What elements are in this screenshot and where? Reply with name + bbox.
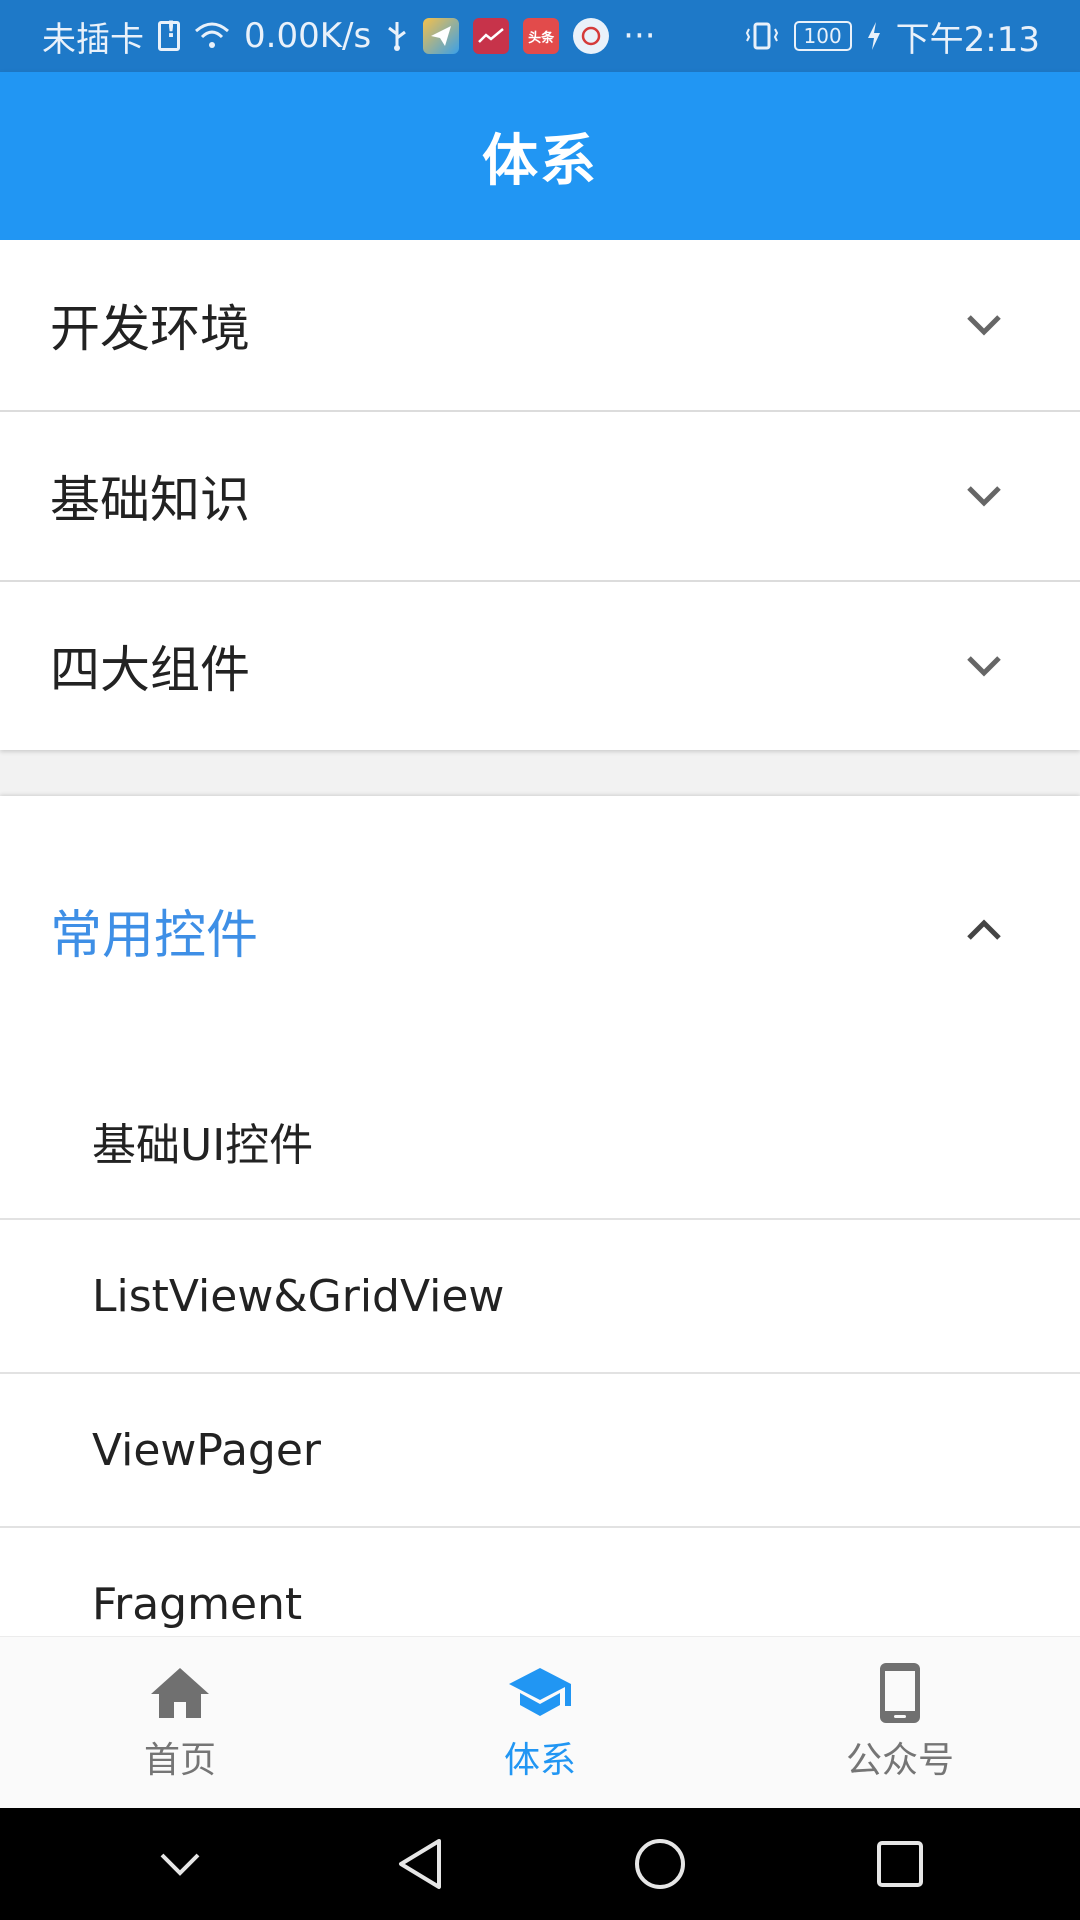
usb-icon (385, 20, 409, 52)
chevron-down-icon (966, 307, 1002, 343)
monitor-app-icon (573, 18, 610, 54)
sub-item-viewpager[interactable]: ViewPager (0, 1372, 1080, 1526)
screen: 未插卡 0.00K/s 头条 ··· 10 (0, 0, 1080, 1920)
collapsed-category-group: 开发环境 基础知识 四大组件 (0, 240, 1080, 750)
nav-label: 公众号 (845, 1739, 954, 1781)
sub-item-basic-ui-widgets[interactable]: 基础UI控件 (0, 1064, 1080, 1218)
net-speed-text: 0.00K/s (244, 16, 372, 56)
nav-item-system[interactable]: 体系 (390, 1663, 690, 1783)
expanded-category-label: 常用控件 (50, 905, 259, 966)
home-button[interactable] (625, 1829, 695, 1899)
home-icon (147, 1663, 213, 1723)
recents-button[interactable] (865, 1829, 935, 1899)
category-item-dev-env[interactable]: 开发环境 (0, 240, 1080, 410)
category-item-components[interactable]: 四大组件 (0, 580, 1080, 750)
app-notification-icon (423, 18, 460, 54)
app-bar: 体系 (0, 72, 1080, 240)
hide-nav-button[interactable] (145, 1829, 215, 1899)
stock-app-icon (473, 18, 510, 54)
nav-label: 体系 (503, 1739, 576, 1781)
category-label: 四大组件 (50, 641, 250, 699)
carrier-text: 未插卡 (42, 19, 144, 60)
category-item-basics[interactable]: 基础知识 (0, 410, 1080, 580)
category-label: 开发环境 (50, 300, 250, 358)
status-bar-right: 100 下午2:13 (744, 12, 1040, 61)
status-bar-left: 未插卡 0.00K/s 头条 ··· (42, 12, 656, 61)
phone-icon (867, 1662, 933, 1723)
system-nav-bar (0, 1808, 1080, 1920)
chevron-down-icon (966, 478, 1002, 514)
more-notifications-text: ··· (623, 16, 656, 56)
category-item-common-widgets[interactable]: 常用控件 (0, 796, 1080, 1064)
nav-item-home[interactable]: 首页 (30, 1663, 330, 1783)
vibrate-icon (744, 21, 780, 51)
charging-icon (866, 21, 882, 51)
status-bar: 未插卡 0.00K/s 头条 ··· 10 (0, 0, 1080, 72)
battery-icon: 100 (793, 21, 852, 51)
sub-item-fragment[interactable]: Fragment (0, 1526, 1080, 1636)
school-icon (507, 1663, 573, 1723)
chevron-up-icon (966, 912, 1002, 948)
bottom-nav: 首页 体系 公众号 (0, 1636, 1080, 1808)
page-title: 体系 (482, 128, 598, 194)
expanded-category-card: 常用控件 基础UI控件 ListView&GridView ViewPager … (0, 796, 1080, 1636)
category-list[interactable]: 开发环境 基础知识 四大组件 常用控件 基础UI控件 ListView&Grid… (0, 240, 1080, 1636)
sub-item-listview-gridview[interactable]: ListView&GridView (0, 1218, 1080, 1372)
news-app-icon: 头条 (523, 18, 560, 54)
back-button[interactable] (385, 1829, 455, 1899)
chevron-down-icon (966, 648, 1002, 684)
sim-alert-icon (158, 18, 180, 51)
nav-label: 首页 (143, 1739, 216, 1781)
wifi-icon (194, 21, 230, 51)
category-label: 基础知识 (50, 471, 250, 529)
nav-item-official-accounts[interactable]: 公众号 (750, 1662, 1050, 1783)
clock-text: 下午2:13 (895, 19, 1040, 60)
